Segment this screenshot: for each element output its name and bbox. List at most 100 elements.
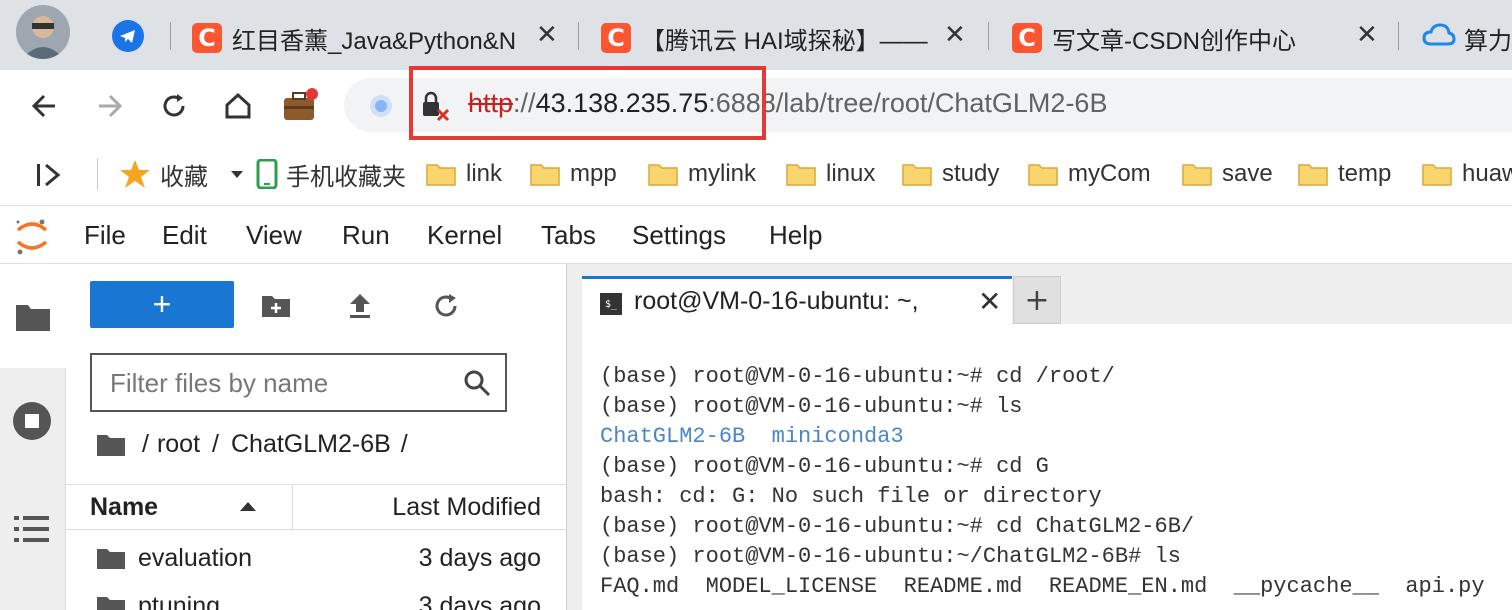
folder-icon bbox=[97, 549, 125, 569]
bookmark-folder-mycom[interactable]: myCom bbox=[1028, 158, 1151, 190]
new-folder-button[interactable] bbox=[256, 286, 296, 326]
bookmark-folder-mylink[interactable]: mylink bbox=[648, 158, 756, 190]
folder-icon bbox=[97, 597, 125, 610]
bookmark-label: huaw bbox=[1462, 160, 1512, 187]
breadcrumb: / root / ChatGLM2-6B / bbox=[96, 430, 418, 459]
folder-icon bbox=[1298, 164, 1328, 186]
terminal-output[interactable]: (base) root@VM-0-16-ubuntu:~# cd /root/ … bbox=[582, 324, 1512, 610]
home-button[interactable] bbox=[218, 86, 258, 126]
tab-close-icon[interactable]: ✕ bbox=[536, 22, 558, 48]
menu-view[interactable]: View bbox=[246, 220, 302, 251]
bookmark-label: mylink bbox=[688, 160, 757, 187]
breadcrumb-sep: / bbox=[400, 430, 408, 458]
tab-close-icon[interactable]: ✕ bbox=[944, 22, 966, 48]
bookmark-folder-save[interactable]: save bbox=[1182, 158, 1273, 190]
column-divider[interactable] bbox=[292, 485, 293, 531]
breadcrumb-sep: / bbox=[142, 430, 149, 458]
menu-tabs[interactable]: Tabs bbox=[541, 220, 596, 251]
bookmark-folder-link[interactable]: link bbox=[426, 158, 502, 190]
breadcrumb-chatglm[interactable]: ChatGLM2-6B bbox=[231, 430, 391, 459]
chevron-down-icon[interactable] bbox=[228, 168, 246, 180]
bookmark-folder-linux[interactable]: linux bbox=[786, 158, 875, 190]
main-dock-area: $_ root@VM-0-16-ubuntu: ~, ✕ + (base) ro… bbox=[567, 264, 1512, 610]
bookmark-folder-temp[interactable]: temp bbox=[1298, 158, 1391, 190]
terminal-line: (base) root@VM-0-16-ubuntu:~# cd /root/ bbox=[600, 364, 1115, 389]
bookmark-folder-mpp[interactable]: mpp bbox=[530, 158, 617, 190]
column-last-modified[interactable]: Last Modified bbox=[392, 493, 541, 522]
bookmark-label: study bbox=[942, 160, 1000, 187]
url-path: :6888/lab/tree/root/ChatGLM2-6B bbox=[708, 88, 1108, 118]
filter-files-input[interactable] bbox=[110, 367, 450, 399]
bookmark-label: myCom bbox=[1068, 160, 1151, 187]
tab-separator bbox=[170, 22, 171, 50]
bookmark-label: 收藏 bbox=[160, 163, 208, 191]
menu-kernel[interactable]: Kernel bbox=[427, 220, 502, 251]
folder-icon bbox=[426, 164, 456, 186]
terminal-line: (base) root@VM-0-16-ubuntu:~# cd G bbox=[600, 454, 1049, 479]
running-sessions-icon[interactable] bbox=[12, 401, 52, 441]
browser-tab-1[interactable]: C 红目香薰_Java&Python&N bbox=[192, 10, 522, 66]
browser-tab-3[interactable]: C 写文章-CSDN创作中心 bbox=[1012, 10, 1342, 66]
forward-button[interactable] bbox=[90, 86, 130, 126]
tab-close-icon[interactable]: ✕ bbox=[978, 285, 1001, 318]
list-item[interactable]: evaluation 3 days ago bbox=[66, 538, 567, 578]
folder-icon bbox=[1182, 164, 1212, 186]
file-name: evaluation bbox=[138, 544, 252, 572]
browser-tab-4[interactable]: 算力 bbox=[1422, 10, 1512, 66]
breadcrumb-sep: / bbox=[212, 430, 219, 458]
sidebar-toggle-icon[interactable] bbox=[34, 162, 64, 188]
jupyter-logo-icon bbox=[16, 219, 48, 255]
bookmark-label: linux bbox=[826, 160, 876, 187]
terminal-icon: $_ bbox=[600, 293, 622, 315]
file-name: ptuning bbox=[138, 592, 221, 610]
site-info-icon[interactable] bbox=[368, 93, 394, 119]
tab-terminal[interactable]: $_ root@VM-0-16-ubuntu: ~, ✕ bbox=[582, 276, 1012, 324]
file-modified: 3 days ago bbox=[418, 592, 541, 610]
tab-separator bbox=[988, 22, 989, 50]
profile-avatar[interactable] bbox=[16, 5, 70, 59]
bookmark-folder-huaw[interactable]: huaw bbox=[1422, 158, 1512, 190]
home-folder-icon[interactable] bbox=[96, 433, 126, 457]
telegram-icon[interactable] bbox=[112, 20, 144, 52]
upload-button[interactable] bbox=[340, 286, 380, 326]
column-name[interactable]: Name bbox=[90, 493, 158, 522]
folder-icon bbox=[902, 164, 932, 186]
phone-icon bbox=[256, 159, 278, 189]
browser-tab-2[interactable]: C 【腾讯云 HAI域探秘】—— bbox=[601, 10, 931, 66]
terminal-line: (base) root@VM-0-16-ubuntu:~# ls bbox=[600, 394, 1023, 419]
terminal-line: (base) root@VM-0-16-ubuntu:~/ChatGLM2-6B… bbox=[600, 544, 1181, 569]
menu-settings[interactable]: Settings bbox=[632, 220, 726, 251]
csdn-favicon-icon: C bbox=[192, 23, 222, 53]
extension-button[interactable] bbox=[280, 86, 320, 126]
tab-title: 写文章-CSDN创作中心 bbox=[1052, 27, 1296, 55]
jupyter-menubar: File Edit View Run Kernel Tabs Settings … bbox=[0, 206, 1512, 264]
bookmark-mobile[interactable]: 手机收藏夹 bbox=[256, 158, 406, 191]
filter-files-box[interactable] bbox=[90, 353, 507, 412]
folder-icon bbox=[530, 164, 560, 186]
bookmark-folder-study[interactable]: study bbox=[902, 158, 999, 190]
back-button[interactable] bbox=[24, 86, 64, 126]
file-list-header: Name Last Modified bbox=[66, 484, 567, 531]
menu-file[interactable]: File bbox=[84, 220, 126, 251]
list-item[interactable]: ptuning 3 days ago bbox=[66, 586, 567, 610]
add-tab-button[interactable]: + bbox=[1013, 276, 1061, 324]
file-browser-folder-icon[interactable] bbox=[15, 302, 51, 332]
search-icon[interactable] bbox=[463, 369, 491, 397]
folder-icon bbox=[1422, 164, 1452, 186]
menu-run[interactable]: Run bbox=[342, 220, 390, 251]
table-of-contents-icon[interactable] bbox=[14, 514, 50, 544]
reload-button[interactable] bbox=[154, 86, 194, 126]
breadcrumb-root[interactable]: root bbox=[157, 430, 200, 459]
refresh-button[interactable] bbox=[426, 286, 466, 326]
menu-edit[interactable]: Edit bbox=[162, 220, 207, 251]
bookmark-favorites[interactable]: 收藏 bbox=[118, 158, 246, 191]
tab-close-icon[interactable]: ✕ bbox=[1356, 22, 1378, 48]
sort-ascending-icon[interactable] bbox=[238, 499, 258, 513]
new-launcher-button[interactable]: + bbox=[90, 281, 234, 328]
file-browser-panel: + / root / ChatGLM2-6B / Name Last Modif… bbox=[66, 264, 567, 610]
file-modified: 3 days ago bbox=[418, 544, 541, 572]
menu-help[interactable]: Help bbox=[769, 220, 822, 251]
briefcase-icon bbox=[284, 88, 318, 120]
back-arrow-icon bbox=[31, 94, 55, 118]
home-icon bbox=[225, 92, 251, 119]
